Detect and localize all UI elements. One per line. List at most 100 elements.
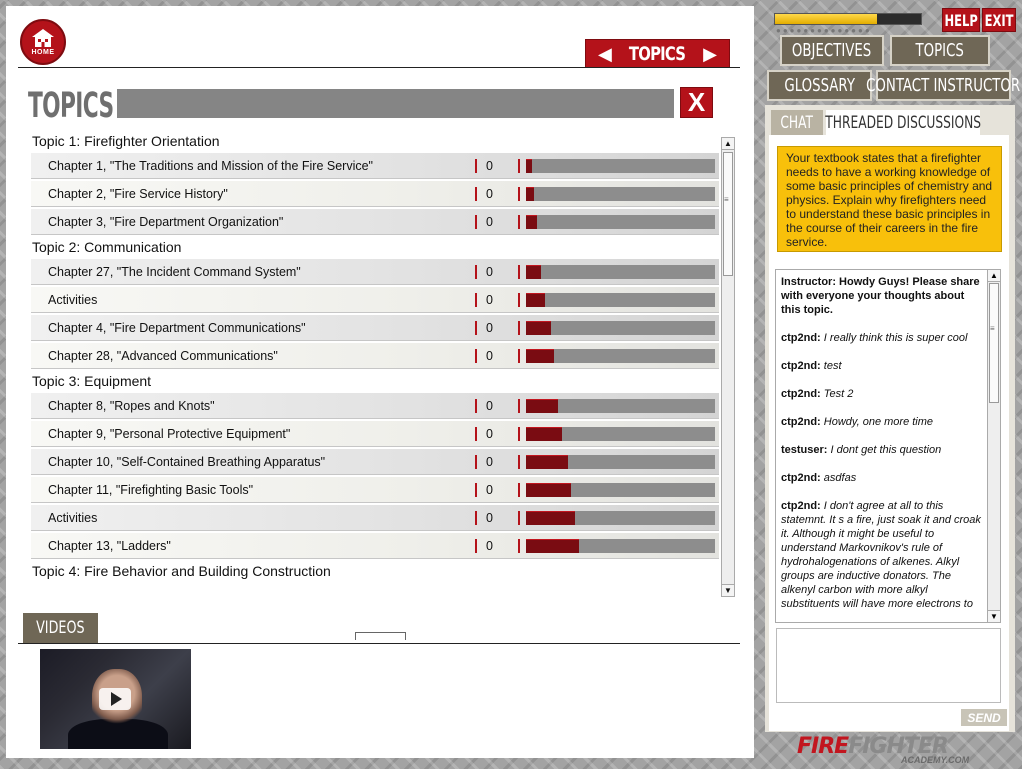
progress-separator: [518, 349, 520, 363]
scroll-grip-icon: ≡: [724, 195, 729, 204]
close-button[interactable]: X: [680, 87, 713, 118]
chapter-progress-fill: [526, 321, 551, 335]
discussion-scroll-up-icon[interactable]: ▲: [988, 270, 1000, 282]
message-user: ctp2nd:: [781, 388, 821, 400]
progress-separator: [518, 511, 520, 525]
count-separator: [475, 187, 477, 201]
chapter-count: 0: [486, 264, 493, 279]
chapter-progress-fill: [526, 293, 545, 307]
videos-tab[interactable]: VIDEOS: [23, 613, 98, 643]
chapter-row[interactable]: Activities 0: [31, 287, 719, 313]
section-title: TOPICS: [28, 86, 114, 126]
chapter-row[interactable]: Chapter 2, "Fire Service History" 0: [31, 181, 719, 207]
house-icon: [32, 29, 54, 47]
help-button[interactable]: HELP: [942, 8, 980, 32]
contact-instructor-button[interactable]: CONTACT INSTRUCTOR: [866, 70, 1021, 101]
course-progress-bar: [774, 13, 922, 25]
chapter-name: Chapter 10, "Self-Contained Breathing Ap…: [48, 454, 326, 469]
message-user: ctp2nd:: [781, 500, 821, 512]
progress-rivets: ●●●●●●●●●●●●●●: [776, 26, 872, 35]
chapter-name: Chapter 13, "Ladders": [48, 538, 171, 553]
video-thumbnail[interactable]: [40, 649, 191, 749]
chapter-name: Chapter 8, "Ropes and Knots": [48, 398, 215, 413]
reply-input[interactable]: [776, 628, 1001, 703]
progress-separator: [518, 187, 520, 201]
chapter-progress-bar: [526, 187, 715, 201]
topic-list-scrollbar[interactable]: ▲ ≡ ▼: [721, 137, 735, 597]
chapter-count: 0: [486, 398, 493, 413]
home-button[interactable]: HOME: [20, 19, 66, 65]
header-divider: [18, 67, 740, 68]
chapter-progress-bar: [526, 511, 715, 525]
exit-button[interactable]: EXIT: [982, 8, 1016, 32]
discussion-scroll-thumb[interactable]: [989, 283, 999, 403]
next-arrow-icon[interactable]: ▶: [703, 45, 717, 63]
chapter-count: 0: [486, 426, 493, 441]
topic-heading: Topic 2: Communication: [32, 239, 182, 255]
play-icon[interactable]: [99, 688, 131, 710]
send-button[interactable]: SEND: [961, 709, 1007, 726]
chapter-progress-fill: [526, 187, 534, 201]
glossary-label: GLOSSARY: [784, 75, 855, 96]
progress-separator: [518, 321, 520, 335]
discussion-scroll-down-icon[interactable]: ▼: [988, 610, 1000, 622]
chapter-row[interactable]: Chapter 28, "Advanced Communications" 0: [31, 343, 719, 369]
message-user: ctp2nd:: [781, 332, 821, 344]
chapter-row[interactable]: Chapter 3, "Fire Department Organization…: [31, 209, 719, 235]
header-bar: [117, 89, 674, 118]
chapter-count: 0: [486, 454, 493, 469]
chapter-progress-fill: [526, 349, 555, 363]
chapter-progress-bar: [526, 399, 715, 413]
chapter-progress-bar: [526, 483, 715, 497]
chapter-name: Chapter 2, "Fire Service History": [48, 186, 228, 201]
objectives-button[interactable]: OBJECTIVES: [780, 35, 884, 66]
progress-separator: [518, 399, 520, 413]
chapter-row[interactable]: Chapter 8, "Ropes and Knots" 0: [31, 393, 719, 419]
chapter-row[interactable]: Chapter 13, "Ladders" 0: [31, 533, 719, 559]
course-progress-fill: [775, 14, 878, 24]
chapter-row[interactable]: Chapter 4, "Fire Department Communicatio…: [31, 315, 719, 341]
count-separator: [475, 399, 477, 413]
chapter-row[interactable]: Chapter 1, "The Traditions and Mission o…: [31, 153, 719, 179]
video-page-indicator: [355, 632, 406, 640]
chat-tab[interactable]: CHAT: [771, 110, 823, 135]
scroll-thumb[interactable]: [723, 152, 733, 276]
progress-separator: [518, 159, 520, 173]
chapter-progress-bar: [526, 215, 715, 229]
prev-arrow-icon[interactable]: ◀: [598, 45, 612, 63]
chapter-progress-fill: [526, 427, 562, 441]
topics-nav-title: TOPICS: [629, 42, 686, 65]
scroll-up-icon[interactable]: ▲: [722, 138, 734, 150]
glossary-button[interactable]: GLOSSARY: [767, 70, 872, 101]
progress-separator: [518, 539, 520, 553]
chapter-row[interactable]: Chapter 27, "The Incident Command System…: [31, 259, 719, 285]
chapter-row[interactable]: Activities 0: [31, 505, 719, 531]
message-user: ctp2nd:: [781, 416, 821, 428]
count-separator: [475, 483, 477, 497]
help-label: HELP: [944, 10, 978, 30]
count-separator: [475, 455, 477, 469]
discussion-message: ctp2nd: I really think this is super coo…: [781, 331, 984, 345]
threaded-discussions-tab[interactable]: THREADED DISCUSSIONS: [825, 110, 981, 135]
chapter-row[interactable]: Chapter 11, "Firefighting Basic Tools" 0: [31, 477, 719, 503]
chapter-progress-bar: [526, 349, 715, 363]
chat-tab-label: CHAT: [780, 112, 814, 133]
chapter-name: Chapter 11, "Firefighting Basic Tools": [48, 482, 254, 497]
progress-separator: [518, 427, 520, 441]
chapter-progress-fill: [526, 511, 576, 525]
message-user: ctp2nd:: [781, 360, 821, 372]
topics-button[interactable]: TOPICS: [890, 35, 990, 66]
chapter-progress-fill: [526, 265, 542, 279]
chapter-progress-fill: [526, 399, 559, 413]
progress-separator: [518, 265, 520, 279]
discussion-thread: Instructor: Howdy Guys! Please share wit…: [775, 269, 1001, 623]
discussion-message: ctp2nd: asdfas: [781, 471, 984, 485]
count-separator: [475, 215, 477, 229]
topics-navigator: ◀ TOPICS ▶: [585, 39, 730, 68]
discussion-scrollbar[interactable]: ▲ ≡ ▼: [987, 270, 1000, 622]
chapter-row[interactable]: Chapter 10, "Self-Contained Breathing Ap…: [31, 449, 719, 475]
chapter-row[interactable]: Chapter 9, "Personal Protective Equipmen…: [31, 421, 719, 447]
scroll-down-icon[interactable]: ▼: [722, 584, 734, 596]
objectives-label: OBJECTIVES: [792, 40, 872, 61]
count-separator: [475, 159, 477, 173]
